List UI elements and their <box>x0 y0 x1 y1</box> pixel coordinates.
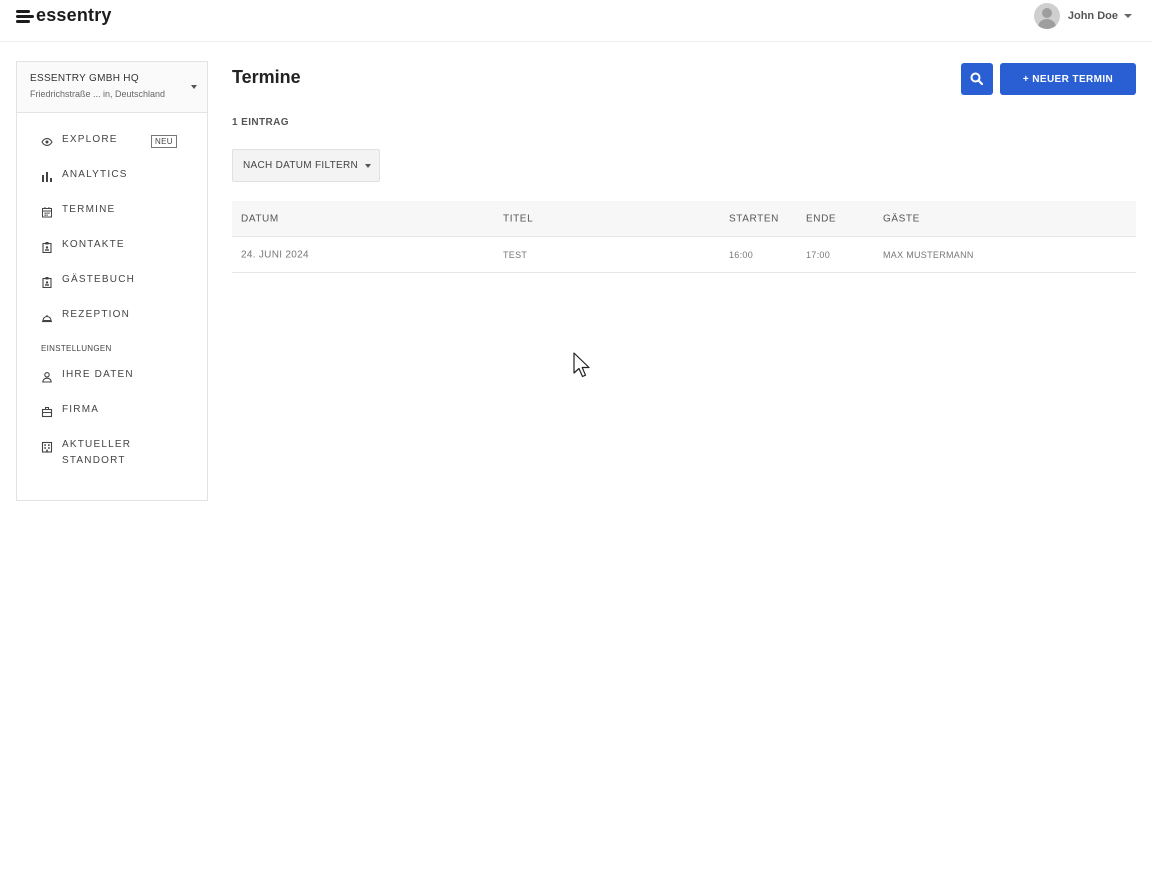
new-badge: NEU <box>151 135 177 148</box>
sidebar-item-label: FIRMA <box>62 404 100 415</box>
cell-start: 16:00 <box>729 249 754 260</box>
reception-bell-icon <box>41 311 53 323</box>
sidebar-item-label: ANALYTICS <box>62 169 128 180</box>
sidebar-item-label: IHRE DATEN <box>62 369 134 380</box>
new-appointment-button[interactable]: + NEUER TERMIN <box>1000 63 1136 95</box>
top-bar: essentry John Doe <box>0 0 1152 42</box>
bar-chart-icon <box>41 171 53 183</box>
sidebar-item-label: GÄSTEBUCH <box>62 274 136 285</box>
sidebar-item-ihre-daten[interactable]: IHRE DATEN <box>17 367 207 402</box>
cell-end: 17:00 <box>806 249 831 260</box>
chevron-down-icon <box>1124 14 1132 18</box>
building-icon <box>41 441 53 453</box>
search-button[interactable] <box>961 63 993 95</box>
sidebar-item-analytics[interactable]: ANALYTICS <box>17 167 207 202</box>
cell-title: TEST <box>503 249 528 260</box>
mouse-pointer-icon <box>573 352 590 378</box>
sidebar-item-gaestebuch[interactable]: GÄSTEBUCH <box>17 272 207 307</box>
search-icon <box>970 72 984 86</box>
eye-icon <box>41 136 53 148</box>
sidebar-item-firma[interactable]: FIRMA <box>17 402 207 437</box>
column-header-ende[interactable]: ENDE <box>806 213 836 224</box>
cell-guests: MAX MUSTERMANN <box>883 249 974 260</box>
date-filter-dropdown[interactable]: NACH DATUM FILTERN <box>232 149 380 182</box>
logo-text: essentry <box>36 5 112 25</box>
date-filter-label: NACH DATUM FILTERN <box>243 160 359 171</box>
sidebar-item-termine[interactable]: TERMINE <box>17 202 207 237</box>
logo[interactable]: essentry <box>16 5 112 26</box>
cell-date: 24. JUNI 2024 <box>241 249 309 260</box>
guestbook-badge-icon <box>41 276 53 289</box>
sidebar-item-label: TERMINE <box>62 204 116 215</box>
calendar-icon <box>41 206 53 218</box>
column-header-gaeste[interactable]: GÄSTE <box>883 213 920 224</box>
table-row[interactable]: 24. JUNI 2024 TEST 16:00 17:00 MAX MUSTE… <box>232 237 1136 273</box>
appointments-table: DATUM TITEL STARTEN ENDE GÄSTE 24. JUNI … <box>232 201 1136 273</box>
chevron-down-icon <box>191 85 197 89</box>
entry-count: 1 EINTRAG <box>232 117 289 128</box>
sidebar-item-rezeption[interactable]: REZEPTION <box>17 307 207 342</box>
sidebar-item-explore[interactable]: EXPLORE NEU <box>17 132 207 167</box>
person-icon <box>41 371 53 383</box>
sidebar-item-label: KONTAKTE <box>62 239 125 250</box>
contact-badge-icon <box>41 241 53 254</box>
sidebar-nav: EXPLORE NEU ANALYTICS TERMINE KONTAKTE G… <box>17 113 207 472</box>
column-header-titel[interactable]: TITEL <box>503 213 533 224</box>
location-address: Friedrichstraße ... in, Deutschland <box>30 89 166 99</box>
logo-mark-icon <box>16 8 34 24</box>
location-selector[interactable]: ESSENTRY GMBH HQ Friedrichstraße ... in,… <box>17 62 207 113</box>
page-title: Termine <box>232 67 301 87</box>
table-header: DATUM TITEL STARTEN ENDE GÄSTE <box>232 201 1136 237</box>
sidebar: ESSENTRY GMBH HQ Friedrichstraße ... in,… <box>16 61 208 501</box>
chevron-down-icon <box>365 163 372 168</box>
sidebar-item-aktueller-standort[interactable]: AKTUELLER STANDORT <box>17 437 207 472</box>
briefcase-icon <box>41 406 53 418</box>
avatar <box>1033 3 1060 29</box>
user-menu[interactable]: John Doe <box>1033 3 1132 29</box>
sidebar-item-label: REZEPTION <box>62 309 131 320</box>
settings-section-heading: EINSTELLUNGEN <box>41 344 112 353</box>
column-header-starten[interactable]: STARTEN <box>729 213 779 224</box>
sidebar-item-kontakte[interactable]: KONTAKTE <box>17 237 207 272</box>
sidebar-item-label: EXPLORE <box>62 134 118 145</box>
user-name: John Doe <box>1067 10 1118 22</box>
column-header-datum[interactable]: DATUM <box>241 213 279 224</box>
sidebar-item-label: AKTUELLER STANDORT <box>62 439 132 466</box>
location-name: ESSENTRY GMBH HQ <box>30 73 139 84</box>
